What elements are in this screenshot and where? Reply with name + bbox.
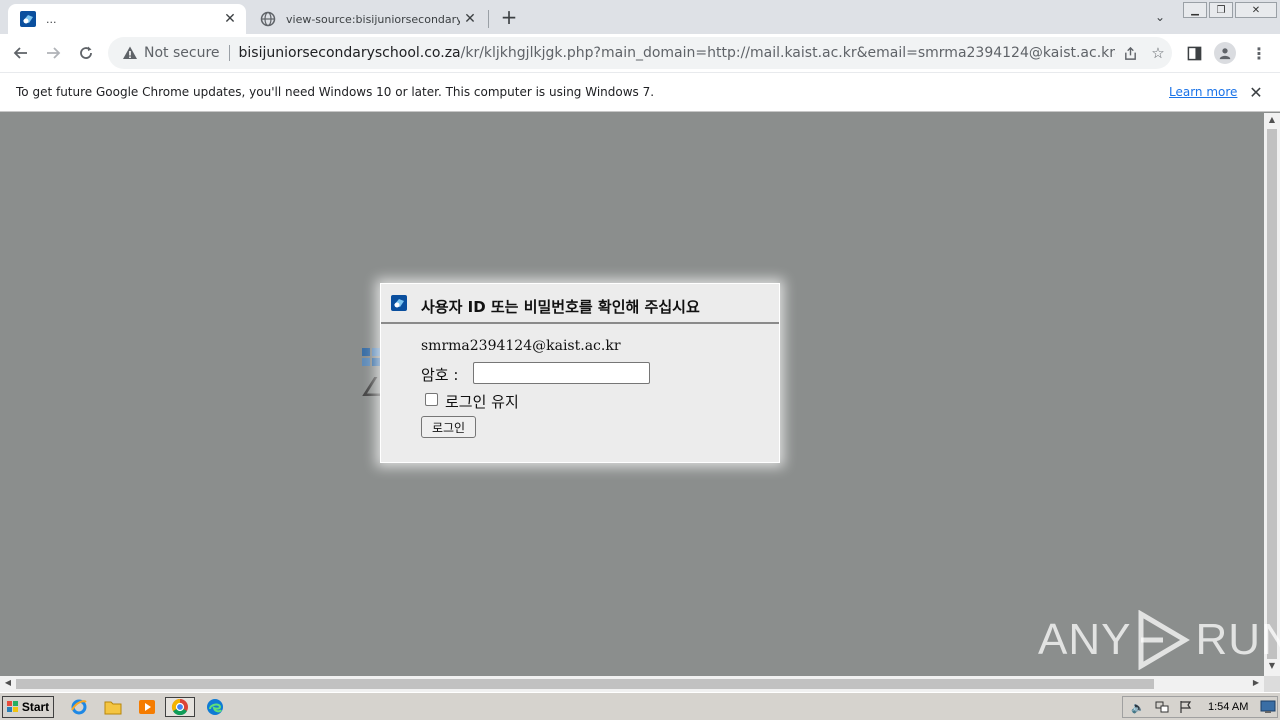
globe-icon xyxy=(260,11,276,27)
forward-button[interactable] xyxy=(40,40,66,66)
arrow-right-icon xyxy=(47,47,61,59)
url-text[interactable]: bisijuniorsecondaryschool.co.za/kr/kljkh… xyxy=(239,45,1116,61)
tab-close-icon[interactable]: ✕ xyxy=(460,9,480,29)
start-label: Start xyxy=(21,700,50,714)
arrow-left-icon xyxy=(13,47,27,59)
tab-active[interactable]: ... ✕ xyxy=(8,4,246,34)
watermark-right-text: RUN xyxy=(1195,615,1280,664)
windows-logo-icon xyxy=(362,348,380,366)
restore-button[interactable]: ❐ xyxy=(1209,2,1233,18)
taskbar-clock[interactable]: 1:54 AM xyxy=(1208,701,1248,713)
password-label: 암호 : xyxy=(421,366,459,384)
minimize-button[interactable]: ▁ xyxy=(1183,2,1207,18)
tab-title: ... xyxy=(46,12,57,26)
system-tray: 🔈 xyxy=(1122,696,1278,718)
taskbar-ie[interactable] xyxy=(68,697,90,717)
browser-toolbar: Not secure bisijuniorsecondaryschool.co.… xyxy=(0,34,1280,72)
profile-button[interactable] xyxy=(1212,40,1238,66)
tab-close-icon[interactable]: ✕ xyxy=(220,9,240,29)
taskbar-edge[interactable] xyxy=(204,697,226,717)
scroll-left-icon[interactable]: ◀ xyxy=(2,678,14,690)
dialog-header: 사용자 ID 또는 비밀번호를 확인해 주십시요 xyxy=(381,284,779,324)
learn-more-link[interactable]: Learn more xyxy=(1169,85,1237,99)
tab-separator xyxy=(488,10,489,28)
new-tab-button[interactable]: + xyxy=(498,5,520,29)
avatar-icon xyxy=(1214,42,1236,64)
remember-checkbox[interactable] xyxy=(425,393,438,406)
vertical-scroll-thumb[interactable] xyxy=(1267,129,1277,659)
taskbar-explorer[interactable] xyxy=(102,697,124,717)
warning-triangle-icon[interactable] xyxy=(122,45,138,61)
action-center-flag-icon[interactable] xyxy=(1177,699,1195,715)
outlook-logo-icon xyxy=(391,295,407,311)
vertical-scrollbar[interactable]: ▲ ▼ xyxy=(1264,113,1280,676)
menu-kebab-icon[interactable]: ⋮ xyxy=(1246,40,1272,66)
edge-icon xyxy=(207,699,223,715)
login-button[interactable]: 로그인 xyxy=(421,416,476,438)
close-window-button[interactable]: ✕ xyxy=(1235,2,1277,18)
horizontal-scroll-thumb[interactable] xyxy=(16,679,1154,689)
network-icon[interactable] xyxy=(1153,699,1171,715)
address-bar[interactable]: Not secure bisijuniorsecondaryschool.co.… xyxy=(108,37,1172,69)
tab-strip: ... ✕ view-source:bisijuniorsecondarysch… xyxy=(0,0,1280,34)
internet-explorer-icon xyxy=(71,699,87,715)
side-panel-icon[interactable] xyxy=(1181,40,1207,66)
windows-flag-icon xyxy=(6,701,18,712)
horizontal-scrollbar[interactable]: ◀ ▶ xyxy=(0,676,1264,692)
tab-title: view-source:bisijuniorsecondaryschool xyxy=(286,12,460,26)
outlook-favicon-icon xyxy=(20,11,36,27)
reload-button[interactable] xyxy=(73,40,99,66)
email-text: smrma2394124@kaist.ac.kr xyxy=(421,338,621,354)
scroll-right-icon[interactable]: ▶ xyxy=(1250,678,1262,690)
watermark-left-text: ANY xyxy=(1038,615,1132,664)
password-input[interactable] xyxy=(473,362,650,384)
volume-icon[interactable]: 🔈 xyxy=(1129,699,1147,715)
scrollbar-corner xyxy=(1264,676,1280,692)
infobar-close-icon[interactable]: ✕ xyxy=(1246,82,1266,102)
bookmark-star-icon[interactable]: ☆ xyxy=(1144,39,1172,67)
taskbar-chrome[interactable] xyxy=(165,697,195,717)
play-logo-icon xyxy=(1138,610,1191,670)
taskbar-media-player[interactable] xyxy=(136,697,158,717)
url-path: /kr/kljkhgjlkjgk.php?main_domain=http://… xyxy=(460,45,1116,61)
omnibox-separator xyxy=(228,45,230,61)
anyrun-watermark: ANY RUN xyxy=(1038,610,1280,670)
scroll-up-icon[interactable]: ▲ xyxy=(1267,115,1277,127)
not-secure-label[interactable]: Not secure xyxy=(144,45,220,61)
tab-view-source[interactable]: view-source:bisijuniorsecondaryschool ✕ xyxy=(250,4,486,34)
tab-search-chevron-icon[interactable]: ⌄ xyxy=(1150,8,1170,26)
login-dialog: 사용자 ID 또는 비밀번호를 확인해 주십시요 smrma2394124@ka… xyxy=(380,283,780,463)
infobar-message: To get future Google Chrome updates, you… xyxy=(16,85,655,99)
remember-label[interactable]: 로그인 유지 xyxy=(445,391,519,412)
reload-icon xyxy=(80,46,92,59)
dialog-title: 사용자 ID 또는 비밀번호를 확인해 주십시요 xyxy=(421,298,700,316)
start-button[interactable]: Start xyxy=(2,696,54,718)
show-desktop-icon[interactable] xyxy=(1260,700,1276,714)
back-button[interactable] xyxy=(8,40,34,66)
chrome-icon xyxy=(171,698,188,716)
share-icon[interactable] xyxy=(1116,39,1144,67)
media-player-icon xyxy=(139,700,155,714)
update-infobar: To get future Google Chrome updates, you… xyxy=(0,72,1280,112)
url-host: bisijuniorsecondaryschool.co.za xyxy=(238,45,461,61)
windows-taskbar: Start 🔈 1:54 AM xyxy=(0,692,1280,720)
folder-icon xyxy=(104,701,122,715)
